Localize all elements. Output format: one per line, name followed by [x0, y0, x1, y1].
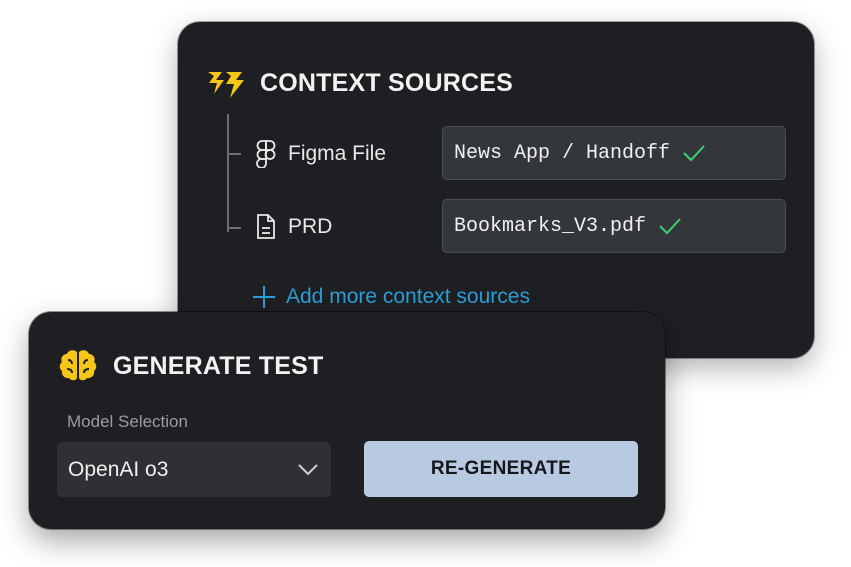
generate-test-title: GENERATE TEST — [113, 351, 324, 380]
source-value-field-figma[interactable]: News App / Handoff — [442, 126, 786, 180]
source-value: News App / Handoff — [454, 141, 671, 165]
tree-branch — [229, 227, 241, 229]
tree-branch — [229, 153, 241, 155]
context-sources-title: CONTEXT SOURCES — [260, 68, 514, 97]
regenerate-button[interactable]: RE-GENERATE — [364, 441, 638, 497]
add-more-sources-link[interactable]: Add more context sources — [252, 285, 530, 309]
bolt-icon — [208, 72, 244, 98]
model-selection-label: Model Selection — [67, 412, 188, 431]
chevron-down-icon — [298, 463, 318, 475]
context-sources-card: CONTEXT SOURCES Figma File News App / Ha… — [178, 22, 814, 358]
source-value-field-prd[interactable]: Bookmarks_V3.pdf — [442, 199, 786, 253]
tree-connector — [227, 114, 229, 232]
source-label: PRD — [288, 215, 333, 238]
add-more-label: Add more context sources — [286, 285, 530, 308]
generate-test-card: GENERATE TEST Model Selection OpenAI o3 … — [29, 312, 665, 529]
check-icon — [659, 218, 681, 235]
context-sources-header: CONTEXT SOURCES — [206, 66, 513, 100]
source-label: Figma File — [288, 142, 387, 165]
source-row-figma: Figma File — [254, 126, 386, 182]
generate-test-header: GENERATE TEST — [57, 348, 324, 384]
source-value: Bookmarks_V3.pdf — [454, 214, 647, 238]
figma-icon — [254, 140, 278, 168]
source-row-prd: PRD — [254, 199, 332, 255]
check-icon — [683, 145, 705, 162]
model-select-dropdown[interactable]: OpenAI o3 — [57, 442, 331, 497]
model-select-value: OpenAI o3 — [68, 457, 169, 481]
document-icon — [254, 213, 278, 241]
canvas: CONTEXT SOURCES Figma File News App / Ha… — [0, 0, 851, 567]
brain-icon — [59, 350, 97, 381]
plus-icon — [253, 286, 275, 308]
